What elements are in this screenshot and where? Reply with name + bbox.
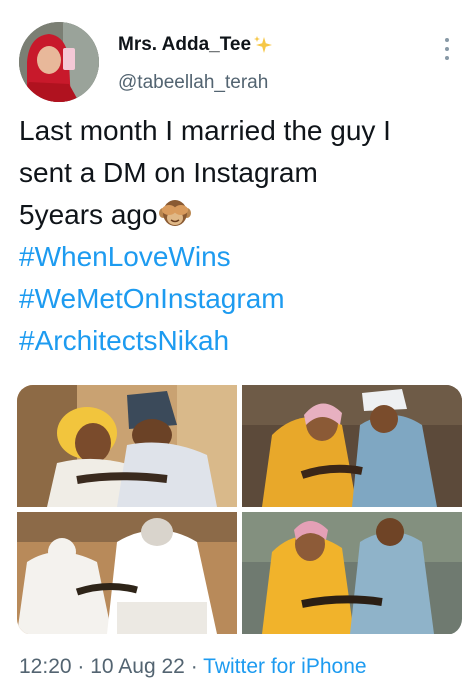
tweet-time[interactable]: 12:20	[19, 655, 72, 678]
wedding-photo-2[interactable]	[242, 385, 462, 507]
tweet-line-2: sent a DM on Instagram	[19, 157, 318, 188]
media-grid	[17, 385, 462, 635]
hashtag-link[interactable]: #WeMetOnInstagram	[19, 278, 464, 320]
author-display-name[interactable]: Mrs. Adda_Tee	[118, 34, 273, 56]
tweet-line-3: 5years ago	[19, 194, 464, 236]
hashtag-link[interactable]: #ArchitectsNikah	[19, 320, 464, 362]
wedding-photo-1[interactable]	[17, 385, 237, 507]
author-handle[interactable]: @tabeellah_terah	[118, 72, 268, 94]
display-name-text: Mrs. Adda_Tee	[118, 34, 252, 55]
tweet-source-link[interactable]: Twitter for iPhone	[203, 655, 366, 678]
meta-separator: ·	[190, 655, 198, 678]
tweet-line-3-text: 5years ago	[19, 199, 158, 230]
tweet-text: Last month I married the guy I sent a DM…	[19, 110, 464, 362]
sparkles-icon	[254, 36, 273, 53]
tweet-date[interactable]: 10 Aug 22	[90, 655, 185, 678]
author-avatar[interactable]	[19, 22, 99, 102]
meta-separator: ·	[77, 655, 85, 678]
tweet-meta: 12:20 · 10 Aug 22 · Twitter for iPhone	[19, 655, 367, 679]
tweet-line-1: Last month I married the guy I	[19, 115, 391, 146]
more-options-icon[interactable]	[444, 38, 450, 68]
wedding-photo-4[interactable]	[242, 512, 462, 634]
hashtag-link[interactable]: #WhenLoveWins	[19, 236, 464, 278]
avatar-photo	[19, 22, 99, 102]
wedding-photo-3[interactable]	[17, 512, 237, 634]
see-no-evil-monkey-icon	[158, 200, 191, 226]
